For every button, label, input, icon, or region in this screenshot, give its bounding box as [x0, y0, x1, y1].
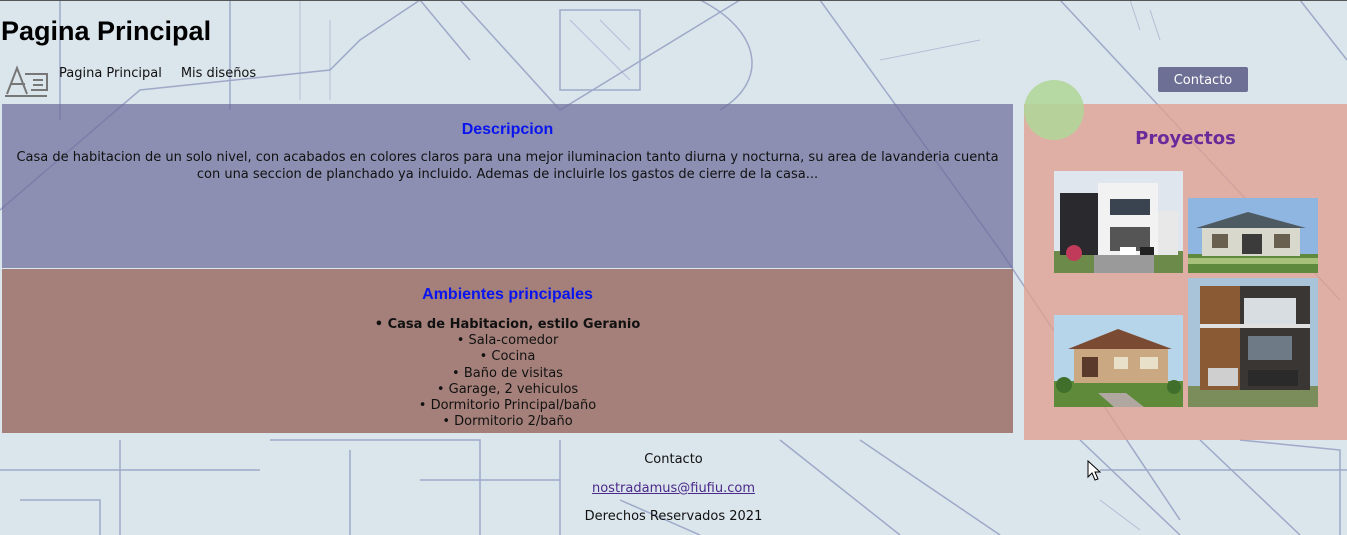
contact-button[interactable]: Contacto	[1158, 67, 1248, 92]
project-image-2[interactable]	[1188, 198, 1318, 273]
decorative-circle	[1024, 80, 1084, 140]
description-heading: Descripcion	[461, 121, 554, 138]
footer-email-link[interactable]: nostradamus@fiufiu.com	[592, 481, 755, 496]
list-item: • Casa de Habitacion, estilo Geranio	[374, 317, 641, 332]
nav-link-pagina-principal[interactable]: Pagina Principal	[59, 66, 162, 81]
project-image-4[interactable]	[1188, 278, 1318, 407]
project-image-1[interactable]	[1054, 171, 1183, 273]
footer-rights: Derechos Reservados 2021	[584, 509, 763, 524]
footer-contact-label: Contacto	[644, 452, 703, 467]
project-image-3[interactable]	[1054, 315, 1183, 407]
list-item: • Sala-comedor	[456, 333, 559, 349]
list-item: • Garage, 2 vehiculos	[436, 381, 579, 397]
description-text: Casa de habitacion de un solo nivel, con…	[16, 150, 999, 182]
main-nav: Pagina Principal Mis diseños	[59, 66, 256, 81]
footer-email-row: nostradamus@fiufiu.com	[0, 481, 1347, 496]
ambientes-list: • Casa de Habitacion, estilo Geranio • S…	[2, 317, 1013, 430]
list-item: • Dormitorio Principal/baño	[418, 398, 597, 414]
top-border	[0, 0, 1347, 1]
list-item: • Baño de visitas	[452, 365, 563, 381]
list-item: • Dormitorio 2/baño	[442, 414, 573, 430]
architect-logo-icon	[5, 65, 48, 97]
list-item: • Cocina	[479, 349, 536, 365]
page-title: Pagina Principal	[1, 16, 212, 46]
description-section: Descripcion Casa de habitacion de un sol…	[2, 104, 1013, 268]
mouse-cursor-icon	[1087, 460, 1101, 481]
ambientes-heading: Ambientes principales	[422, 286, 593, 303]
ambientes-section: Ambientes principales • Casa de Habitaci…	[2, 269, 1013, 433]
nav-link-mis-disenos[interactable]: Mis diseños	[181, 66, 256, 81]
